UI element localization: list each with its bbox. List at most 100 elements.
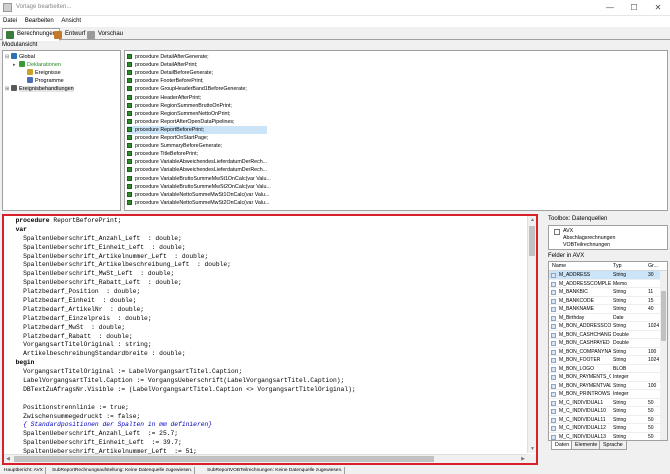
scroll-thumb[interactable]: [14, 456, 434, 462]
menu-bearbeiten[interactable]: Bearbeiten: [22, 16, 57, 24]
procedure-item[interactable]: procedure RegionSummenNettoOnPrint;: [127, 110, 230, 118]
code-line[interactable]: DBTextZuAfragsNr.Visible := (LabelVorgan…: [8, 386, 356, 395]
field-row[interactable]: M_BANKBIC String 11: [549, 288, 660, 297]
code-line[interactable]: SpaltenUeberschrift_Anzahl_Left := 25.7;: [8, 430, 356, 439]
code-line[interactable]: Zwischensummegedruckt := false;: [8, 413, 356, 422]
procedure-item[interactable]: procedure DetailAfterPrint;: [127, 61, 197, 69]
field-row[interactable]: M_Birthday Date: [549, 314, 660, 322]
tree-node-ereignisbehandlungen[interactable]: ⊞ Ereignisbehandlungen: [5, 85, 74, 93]
code-line[interactable]: SpaltenUeberschrift_Artikelbeschreibung_…: [8, 261, 356, 270]
procedure-item[interactable]: procedure GroupHeaderBand1BeforeGenerate…: [127, 85, 247, 93]
field-row[interactable]: M_ADDRESS String 30: [549, 271, 660, 280]
field-row[interactable]: M_C_INDIVIDUAL10 String 50: [549, 407, 660, 416]
column-header-name[interactable]: Name: [552, 262, 566, 271]
menu-ansicht[interactable]: Ansicht: [58, 16, 84, 24]
procedure-item[interactable]: procedure RegionSummenBruttoOnPrint;: [127, 102, 232, 110]
editor-vertical-scrollbar[interactable]: ▲ ▼: [527, 216, 536, 453]
procedure-item[interactable]: procedure HeaderAfterPrint;: [127, 94, 201, 102]
field-row[interactable]: M_BON_COMPANYNAM String 100: [549, 348, 660, 356]
menu-datei[interactable]: Datei: [0, 16, 20, 24]
procedure-item[interactable]: procedure VariableNettoSummeMwSt2OnCalc(…: [127, 199, 269, 207]
procedure-item[interactable]: procedure DetailBeforeGenerate;: [127, 69, 213, 77]
checkbox-icon[interactable]: [554, 229, 560, 235]
close-button[interactable]: ✕: [646, 1, 670, 15]
code-editor[interactable]: procedure ReportBeforePrint; var Spalten…: [2, 214, 538, 465]
code-line[interactable]: Platzbedarf_MwSt : double;: [8, 324, 356, 333]
field-row[interactable]: M_BON_PRINTROWS Integer: [549, 390, 660, 399]
code-line[interactable]: LabelVorgangsartTitel.Caption := Vorgang…: [8, 377, 356, 386]
code-line[interactable]: SpaltenUeberschrift_Rabatt_Left : double…: [8, 279, 356, 288]
code-line[interactable]: VorgangsartTitelOriginal := LabelVorgang…: [8, 368, 356, 377]
field-row[interactable]: M_BON_PAYMENTS_C Integer: [549, 373, 660, 382]
scroll-down-icon[interactable]: ▼: [530, 446, 535, 452]
procedure-item[interactable]: procedure TitleBeforePrint;: [127, 150, 198, 158]
procedure-item[interactable]: procedure ReportAfterOpenDataPipelines;: [127, 118, 235, 126]
tree-node-programme[interactable]: Programme: [21, 77, 64, 85]
field-row[interactable]: M_BON_LOGO BLOB: [549, 365, 660, 373]
field-row[interactable]: M_C_INDIVIDUAL1 String 50: [549, 399, 660, 407]
code-line[interactable]: Platzbedarf_Einzelpreis : double;: [8, 315, 356, 324]
minimize-button[interactable]: —: [598, 1, 622, 15]
scroll-right-icon[interactable]: ▶: [521, 456, 525, 462]
code-line[interactable]: { Standardpositionen der Spalten in mm d…: [8, 421, 356, 430]
code-line[interactable]: Positionstrennlinie := true;: [8, 404, 356, 413]
code-line[interactable]: begin: [8, 359, 356, 368]
code-line[interactable]: SpaltenUeberschrift_Einheit_Left := 39.7…: [8, 439, 356, 448]
field-row[interactable]: M_BON_CASHPAYED Double: [549, 339, 660, 348]
field-row[interactable]: M_ADDRESSCOMPLETEMemo: [549, 280, 660, 288]
maximize-button[interactable]: ☐: [622, 1, 646, 15]
code-line[interactable]: SpaltenUeberschrift_Artikelnummer_Left :…: [8, 253, 356, 262]
field-row[interactable]: M_BON_PAYMENTVALU String 100: [549, 382, 660, 390]
tab-sprache[interactable]: Sprache: [599, 441, 627, 450]
field-row[interactable]: M_C_INDIVIDUAL11 String 50: [549, 416, 660, 424]
datasource-item[interactable]: VOBTeilrechnungen: [563, 242, 610, 249]
field-row[interactable]: M_BON_CASHCHANGE Double: [549, 331, 660, 339]
code-line[interactable]: Platzbedarf_Position : double;: [8, 288, 356, 297]
procedure-item[interactable]: procedure ReportBeforePrint;: [127, 125, 267, 134]
scroll-up-icon[interactable]: ▲: [530, 217, 535, 223]
code-line[interactable]: SpaltenUeberschrift_Anzahl_Left : double…: [8, 235, 356, 244]
scroll-thumb[interactable]: [661, 291, 666, 341]
tab-daten[interactable]: Daten: [551, 441, 574, 450]
field-row[interactable]: M_BON_FOOTER String 1024: [549, 356, 660, 365]
field-row[interactable]: M_C_INDIVIDUAL13 String 50: [549, 433, 660, 441]
code-line[interactable]: SpaltenUeberschrift_MwSt_Left : double;: [8, 270, 356, 279]
procedure-item[interactable]: procedure VariableAbweichendesLieferdatu…: [127, 166, 267, 174]
field-row[interactable]: M_BANKNAME String 40: [549, 305, 660, 314]
datasource-item[interactable]: AVX: [554, 228, 573, 235]
code-line[interactable]: var: [8, 226, 356, 235]
code-line[interactable]: procedure ReportBeforePrint;: [8, 217, 356, 226]
procedure-item[interactable]: procedure DetailAfterGenerate;: [127, 53, 209, 61]
tree-node-ereignisse[interactable]: Ereignisse: [21, 69, 61, 77]
code-line[interactable]: Platzbedarf_ArtikelNr : double;: [8, 306, 356, 315]
code-line[interactable]: [8, 395, 356, 404]
fields-scrollbar[interactable]: [660, 271, 667, 440]
column-header-size[interactable]: Gr...: [648, 262, 658, 271]
column-header-type[interactable]: Typ: [613, 262, 622, 271]
procedure-item[interactable]: procedure ReportOnStartPage;: [127, 134, 208, 142]
procedure-item[interactable]: procedure VariableBruttoSummeMwSt1OnCalc…: [127, 175, 271, 183]
code-line[interactable]: Platzbedarf_Einheit : double;: [8, 297, 356, 306]
procedure-item[interactable]: procedure VariableBruttoSummeMwSt2OnCalc…: [127, 183, 271, 191]
tab-elemente[interactable]: Elemente: [571, 441, 602, 450]
datasource-item[interactable]: Abschlagsrechnungen: [563, 235, 615, 242]
code-line[interactable]: ArtikelbeschreibungStandardbreite : doub…: [8, 350, 356, 359]
procedure-item[interactable]: procedure VariableNettoSummeMwSt1OnCalc(…: [127, 191, 269, 199]
field-row[interactable]: M_BANKCODE String 15: [549, 297, 660, 305]
scroll-thumb[interactable]: [529, 226, 535, 256]
scroll-left-icon[interactable]: ◀: [6, 456, 10, 462]
tree-node-global[interactable]: ⊟ Global: [5, 53, 35, 61]
procedure-item[interactable]: procedure SummaryBeforeGenerate;: [127, 142, 222, 150]
code-keyword: begin: [15, 359, 35, 367]
field-row[interactable]: M_C_INDIVIDUAL12 String 50: [549, 424, 660, 433]
tab-vorschau[interactable]: Vorschau: [83, 28, 127, 40]
editor-horizontal-scrollbar[interactable]: ◀ ▶: [4, 454, 527, 463]
code-content[interactable]: procedure ReportBeforePrint; var Spalten…: [8, 217, 356, 463]
code-line[interactable]: Platzbedarf_Rabatt : double;: [8, 333, 356, 342]
code-line[interactable]: SpaltenUeberschrift_Einheit_Left : doubl…: [8, 244, 356, 253]
field-row[interactable]: M_BON_ADDRESSCON String 1024: [549, 322, 660, 331]
procedure-item[interactable]: procedure VariableAbweichendesLieferdatu…: [127, 158, 267, 166]
procedure-item[interactable]: procedure FooterBeforePrint;: [127, 77, 204, 85]
code-line[interactable]: VorgangsartTitelOriginal : string;: [8, 341, 356, 350]
tree-node-deklarationen[interactable]: ▸ Deklarationen: [13, 61, 61, 69]
